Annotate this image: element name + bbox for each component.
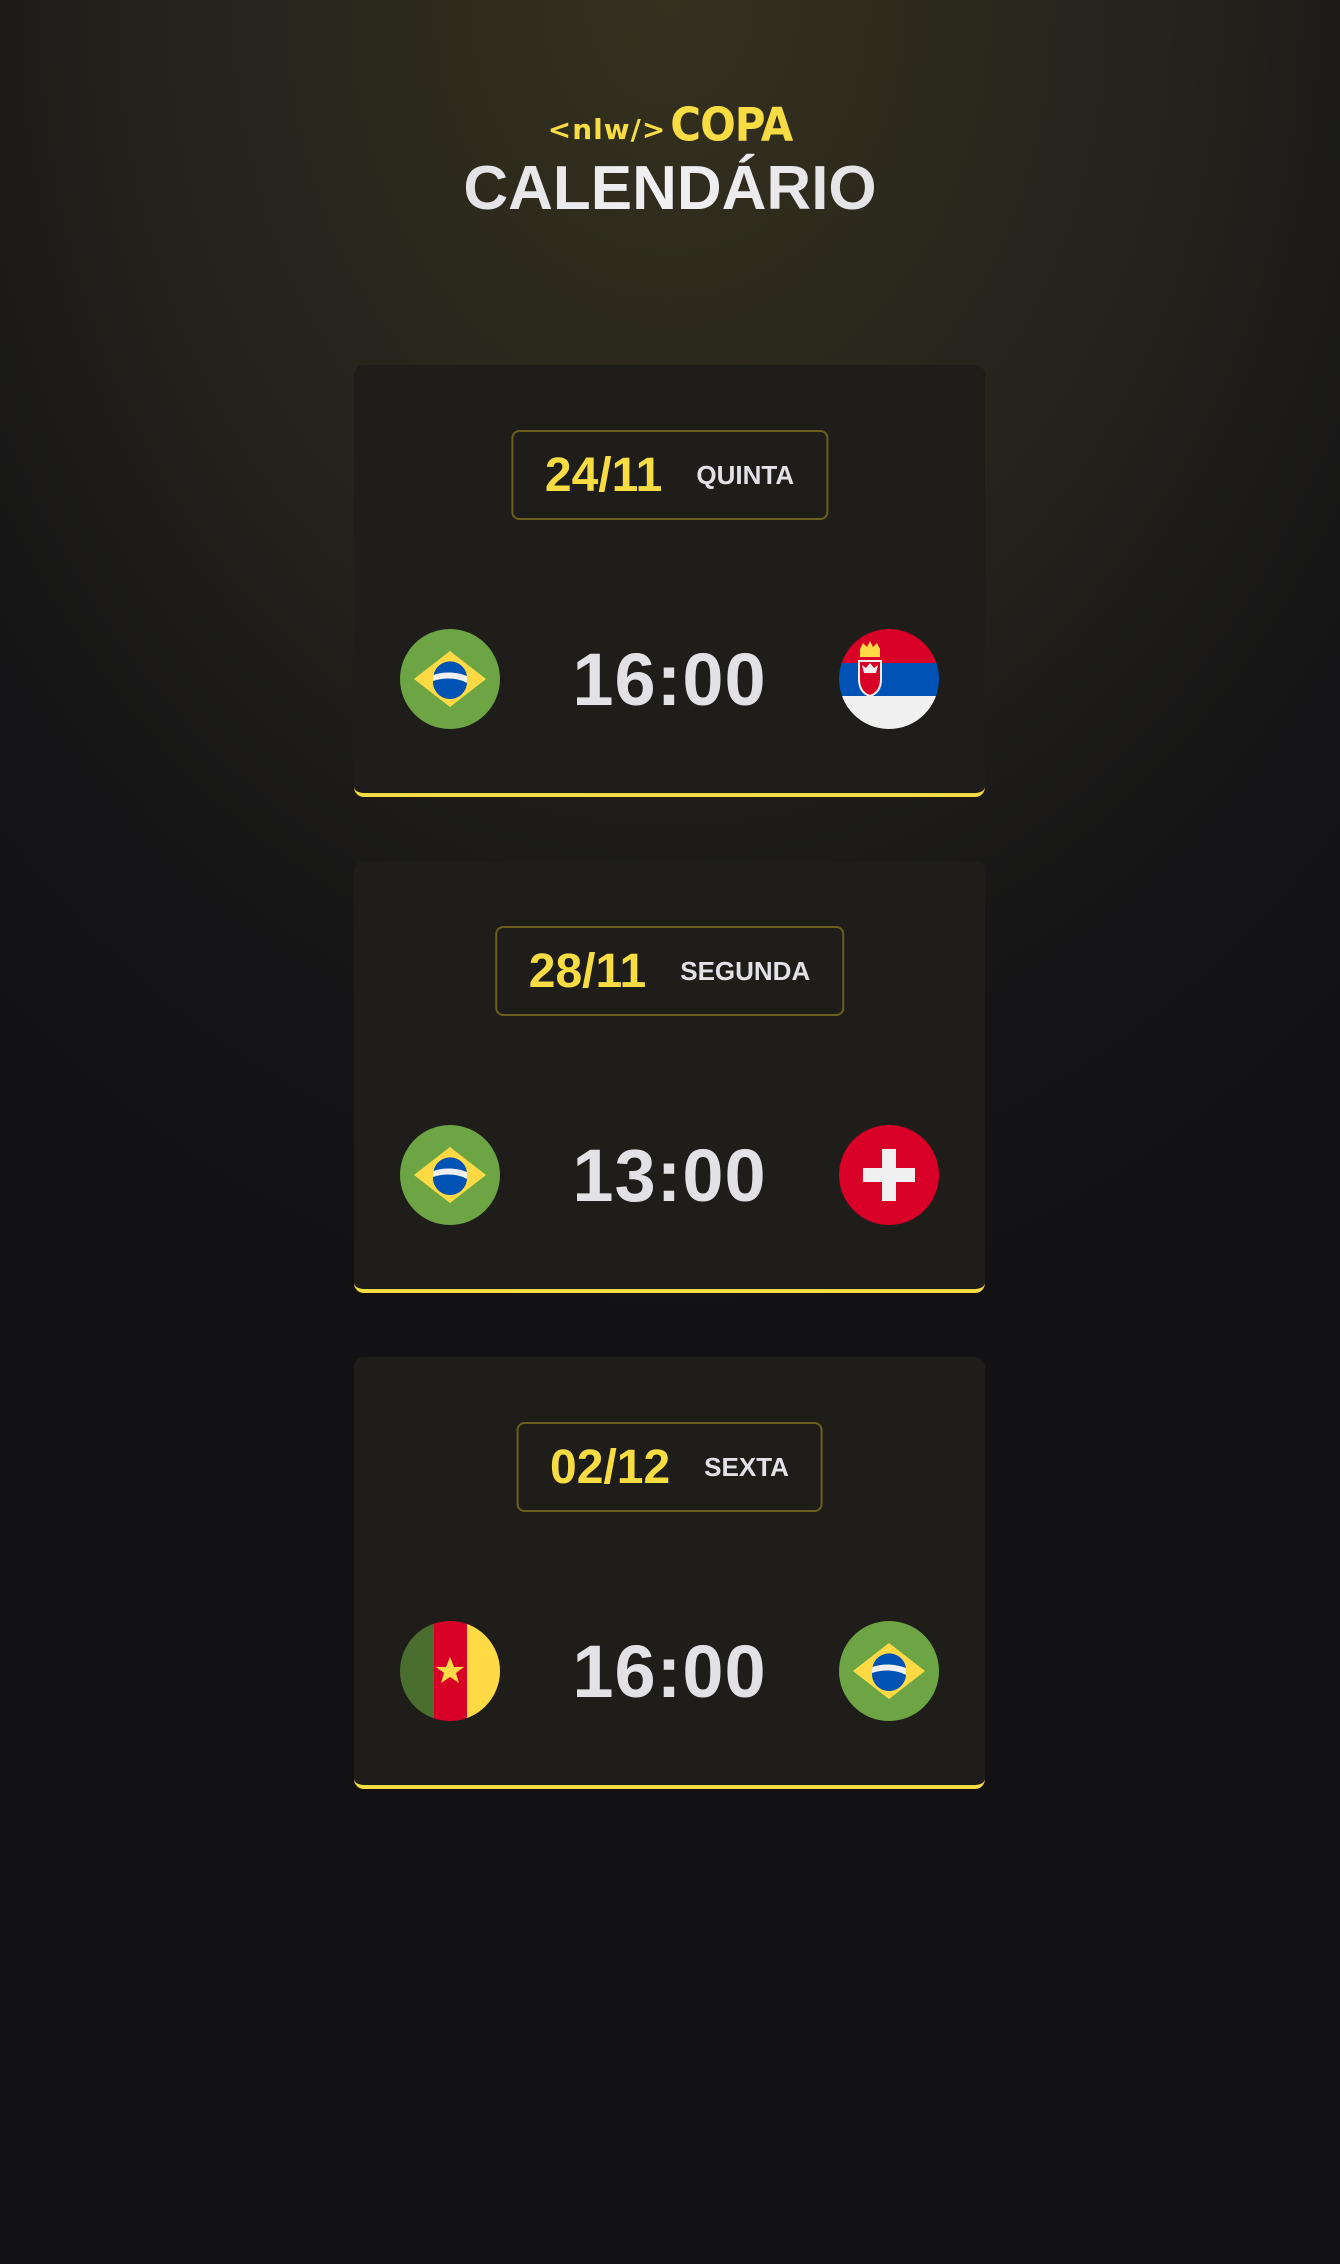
match-teams: 16:00 [400,1621,939,1721]
match-weekday: SEGUNDA [680,955,811,986]
match-time: 16:00 [572,637,767,721]
match-weekday: QUINTA [696,459,795,490]
match-weekday: SEXTA [704,1451,789,1482]
brazil-flag-icon [400,1125,500,1225]
serbia-flag-icon [838,629,939,729]
match-time: 16:00 [572,1629,767,1713]
match-date: 28/11 [528,944,647,998]
match-date: 02/12 [550,1440,671,1494]
logo-code: <nlw/> [547,113,667,146]
page-title: CALENDÁRIO [0,153,1340,224]
brazil-flag-icon [400,629,500,729]
match-card: 28/11 SEGUNDA 13:00 [354,861,985,1293]
nlw-copa-logo: <nlw/> COPA [547,97,794,152]
match-card: 24/11 QUINTA 16:00 [354,365,985,797]
match-list: 24/11 QUINTA 16:00 28/11 SEGUNDA 13:00 0… [354,365,985,1853]
cameroon-flag-icon [400,1621,500,1721]
match-card: 02/12 SEXTA 16:00 [354,1357,985,1789]
match-date-badge: 02/12 SEXTA [516,1422,823,1512]
match-teams: 16:00 [400,629,939,729]
brazil-flag-icon [838,1621,939,1721]
match-teams: 13:00 [400,1125,939,1225]
page-header: <nlw/> COPA CALENDÁRIO [0,97,1340,224]
match-date-badge: 24/11 QUINTA [510,430,829,520]
match-time: 13:00 [572,1133,767,1217]
match-date-badge: 28/11 SEGUNDA [494,926,845,1016]
match-date: 24/11 [544,448,663,502]
logo-word: COPA [670,97,793,152]
switzerland-flag-icon [838,1125,939,1225]
